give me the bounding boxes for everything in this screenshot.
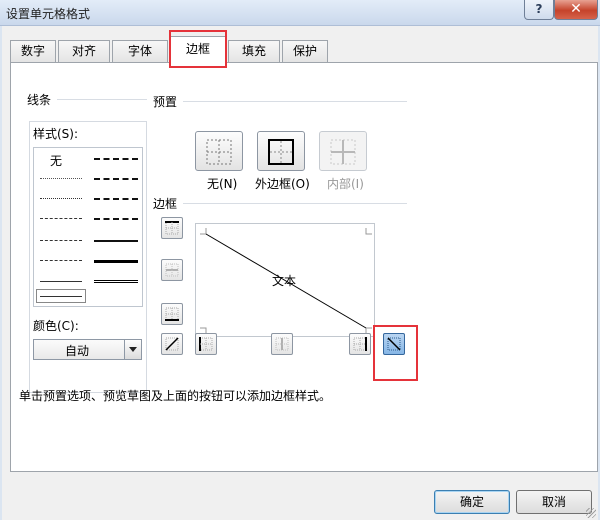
style-slant-dash-dot[interactable] (94, 178, 138, 180)
preset-outline-icon (268, 139, 294, 165)
preset-inside-label: 内部(I) (327, 177, 364, 191)
style-dash-dot[interactable] (40, 240, 82, 241)
window-title: 设置单元格格式 (6, 7, 91, 21)
border-right-button[interactable] (349, 333, 371, 355)
preset-none-icon (206, 139, 232, 165)
border-panel: 线条 样式(S): 无 颜色(C): 自动 预置 无(N) 外边框(O) 内部(… (10, 62, 598, 472)
style-thick[interactable] (94, 260, 138, 263)
line-style-list[interactable]: 无 (33, 147, 143, 307)
preset-inside-icon (330, 139, 356, 165)
preset-none-button[interactable] (195, 131, 243, 171)
style-medium-dashed[interactable] (94, 218, 138, 220)
preset-none-label: 无(N) (207, 177, 238, 191)
style-dot[interactable] (40, 198, 82, 199)
title-bar: 设置单元格格式 ? ✕ (0, 0, 600, 26)
style-medium-dash-dot-dot[interactable] (94, 158, 138, 160)
style-thin-selected[interactable] (40, 296, 82, 297)
ok-button[interactable]: 确定 (434, 490, 510, 514)
style-dashed[interactable] (40, 260, 82, 261)
dialog-client: 数字 对齐 字体 边框 填充 保护 线条 样式(S): 无 颜色(C): 自动 … (2, 26, 598, 520)
line-section-title: 线条 (27, 93, 52, 107)
border-diagonal-down-button[interactable] (383, 333, 405, 355)
preset-inside-button[interactable] (319, 131, 367, 171)
border-inside-vertical-icon (275, 337, 289, 351)
resize-grip[interactable] (586, 508, 596, 518)
border-preview[interactable]: 文本 (195, 223, 375, 337)
border-bottom-icon (165, 307, 179, 321)
border-right-icon (353, 337, 367, 351)
border-top-icon (165, 221, 179, 235)
tab-font[interactable]: 字体 (112, 40, 168, 62)
style-thin[interactable] (40, 281, 82, 282)
border-diagonal-up-button[interactable] (161, 333, 183, 355)
border-top-button[interactable] (161, 217, 183, 239)
tab-border[interactable]: 边框 (170, 36, 226, 63)
preset-outline-button[interactable] (257, 131, 305, 171)
border-left-button[interactable] (195, 333, 217, 355)
border-divider (183, 203, 407, 204)
border-middle-vertical-button[interactable] (271, 333, 293, 355)
color-select[interactable]: 自动 (33, 339, 142, 360)
line-divider (57, 99, 147, 100)
border-diagonal-up-icon (165, 337, 179, 351)
style-double[interactable] (94, 280, 138, 283)
preset-outline-label: 外边框(O) (255, 177, 310, 191)
border-left-icon (199, 337, 213, 351)
color-value: 自动 (64, 344, 89, 358)
tab-number[interactable]: 数字 (10, 40, 56, 62)
presets-title: 预置 (153, 95, 178, 109)
border-inside-horizontal-icon (165, 263, 179, 277)
tab-fill[interactable]: 填充 (228, 40, 280, 62)
border-bottom-button[interactable] (161, 303, 183, 325)
cancel-button[interactable]: 取消 (516, 490, 592, 514)
close-button[interactable]: ✕ (554, 0, 598, 20)
border-middle-horizontal-button[interactable] (161, 259, 183, 281)
hint-text: 单击预置选项、预览草图及上面的按钮可以添加边框样式。 (19, 389, 332, 403)
chevron-down-icon[interactable] (124, 340, 141, 359)
style-hair[interactable] (40, 178, 82, 179)
border-diagonal-down-icon (387, 337, 401, 351)
style-dash-dot-dot[interactable] (40, 218, 82, 219)
tab-protection[interactable]: 保护 (282, 40, 328, 62)
presets-divider (183, 101, 407, 102)
color-label: 颜色(C): (33, 319, 79, 333)
border-title: 边框 (153, 197, 178, 211)
style-label: 样式(S): (33, 127, 79, 141)
tab-alignment[interactable]: 对齐 (58, 40, 110, 62)
style-medium[interactable] (94, 240, 138, 242)
preview-text: 文本 (272, 274, 297, 288)
style-none-label: 无 (50, 154, 63, 168)
style-medium-dash-dot[interactable] (94, 198, 138, 200)
help-button[interactable]: ? (524, 0, 554, 20)
